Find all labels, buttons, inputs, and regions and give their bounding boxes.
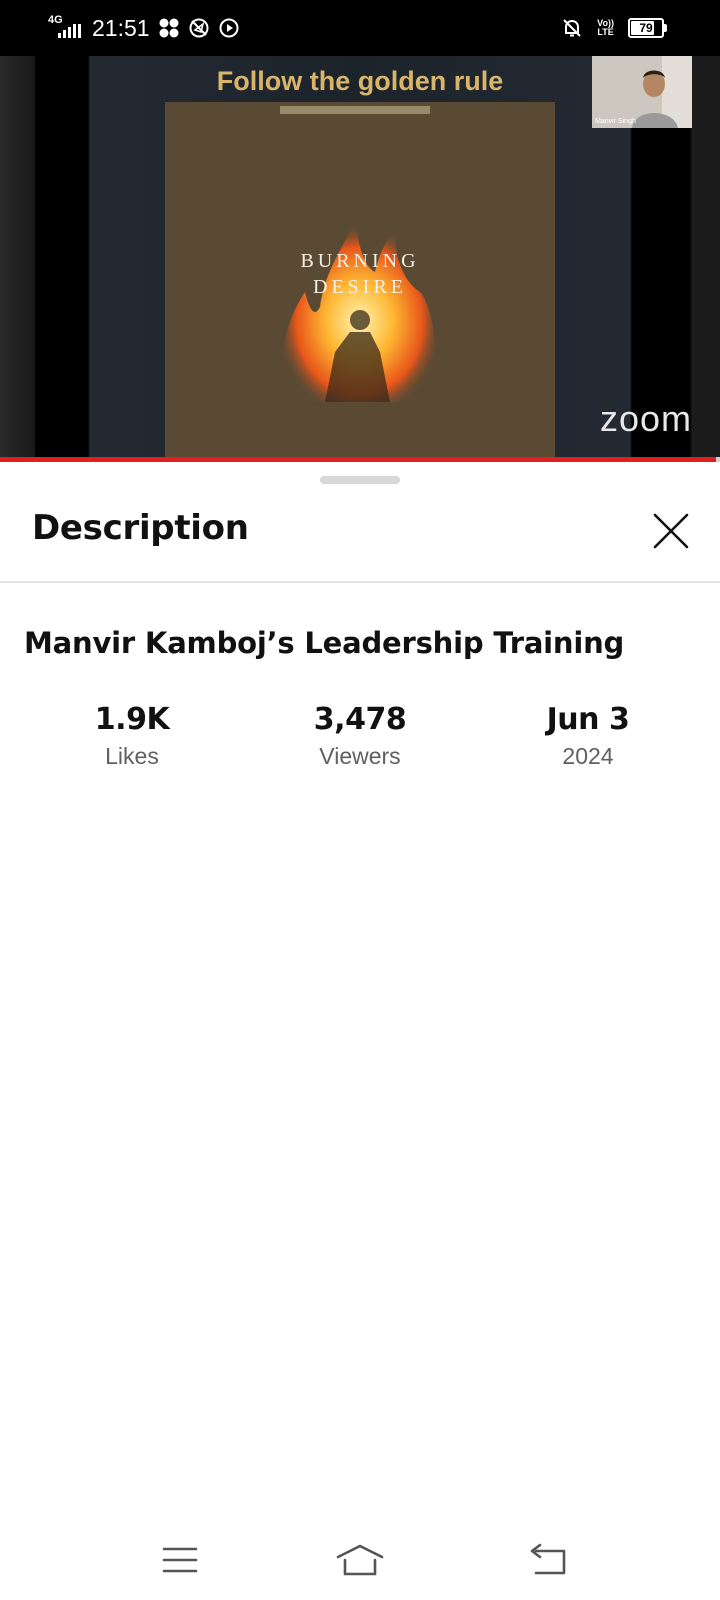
presenter-thumbnail: Manvir Singh — [592, 56, 692, 128]
back-icon — [530, 1543, 566, 1575]
signal-icon: 4G — [48, 14, 82, 40]
volte-icon: Vo)) LTE — [597, 19, 614, 37]
book-cover: BURNING DESIRE — [165, 102, 555, 460]
menu-button[interactable] — [150, 1540, 210, 1580]
battery-level: 79 — [639, 21, 653, 35]
likes-stat: 1.9K Likes — [18, 702, 246, 770]
home-button[interactable] — [330, 1540, 390, 1580]
stats-row: 1.9K Likes 3,478 Viewers Jun 3 2024 — [18, 702, 702, 770]
likes-count: 1.9K — [94, 702, 170, 737]
date-year: 2024 — [562, 743, 614, 769]
status-right: Vo)) LTE 79 — [561, 0, 667, 56]
flame-illustration — [282, 222, 437, 402]
pinwheel-icon — [158, 17, 180, 39]
video-player[interactable]: Follow the golden rule BURNING DESIRE Ma… — [0, 56, 720, 460]
volte-bottom: LTE — [597, 27, 614, 37]
description-sheet: Description Manvir Kamboj’s Leadership T… — [0, 462, 720, 1600]
navigation-bar — [0, 1520, 720, 1600]
presenter-label: Manvir Singh — [595, 118, 636, 125]
viewers-stat: 3,478 Viewers — [246, 702, 474, 770]
video-title: Manvir Kamboj’s Leadership Training — [24, 626, 625, 660]
zoom-logo: zoom — [599, 398, 692, 439]
battery-icon: 79 — [628, 18, 667, 38]
back-button[interactable] — [518, 1540, 578, 1580]
close-button[interactable] — [648, 508, 694, 554]
clock: 21:51 — [92, 14, 150, 41]
status-left: 4G 21:51 — [48, 0, 240, 56]
play-circle-icon — [218, 17, 240, 39]
status-bar: 4G 21:51 Vo)) LTE 79 — [0, 0, 720, 56]
viewers-count: 3,478 — [313, 702, 407, 737]
slide-title: Follow the golden rule — [216, 66, 504, 96]
likes-label: Likes — [105, 743, 159, 769]
viewers-label: Viewers — [319, 743, 401, 769]
bell-off-icon — [561, 17, 583, 39]
date-day: Jun 3 — [546, 702, 630, 737]
close-icon — [653, 513, 689, 549]
no-location-icon — [188, 17, 210, 39]
divider — [0, 581, 720, 583]
sheet-title: Description — [32, 508, 249, 548]
book-title-line2: DESIRE — [313, 276, 407, 298]
book-title-line1: BURNING — [300, 250, 420, 272]
date-stat: Jun 3 2024 — [474, 702, 702, 770]
drag-handle[interactable] — [320, 476, 400, 484]
home-icon — [336, 1544, 384, 1576]
menu-icon — [162, 1547, 198, 1573]
